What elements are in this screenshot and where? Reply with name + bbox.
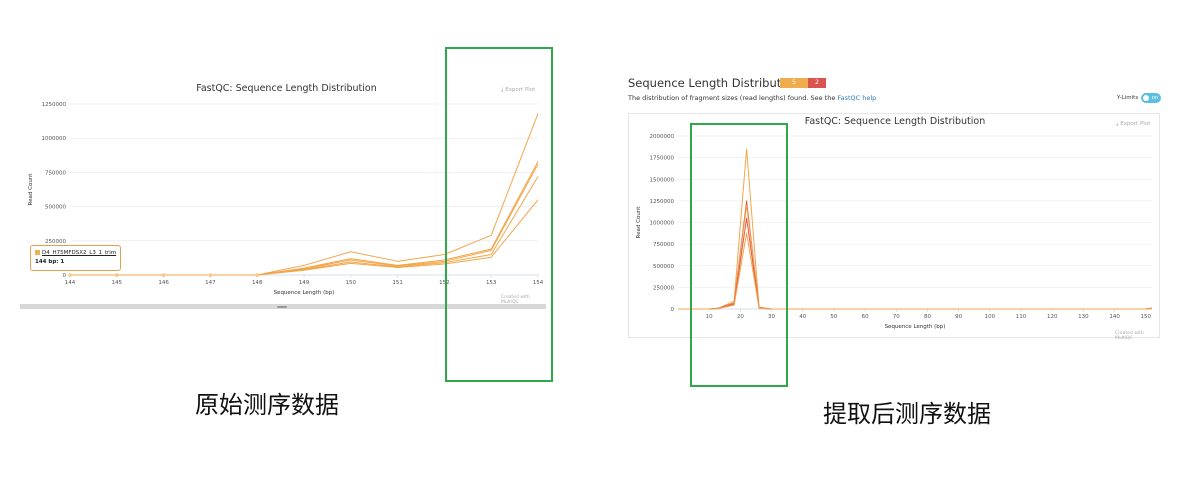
left-tooltip: D4_H75MFDSX2_L3_1_trim 144 bp: 1 xyxy=(30,245,122,271)
y-tick-label: 750000 xyxy=(45,170,66,176)
y-axis-title: Read Count xyxy=(28,173,34,206)
fastqc-help-link[interactable]: FastQC help xyxy=(837,94,876,102)
badge-warn[interactable]: 5 xyxy=(780,78,808,88)
y-tick-label: 250000 xyxy=(653,285,674,291)
x-tick-label: 60 xyxy=(862,314,869,320)
y-tick-label: 500000 xyxy=(45,205,66,211)
right-section-title: Sequence Length Distribution xyxy=(628,76,799,90)
x-tick-label: 40 xyxy=(799,314,806,320)
x-tick-label: 150 xyxy=(346,280,357,286)
y-tick-label: 1750000 xyxy=(650,156,675,162)
series-swatch-icon xyxy=(35,250,40,255)
y-tick-label: 500000 xyxy=(653,264,674,270)
right-highlight-box xyxy=(690,123,788,387)
y-tick-label: 1250000 xyxy=(42,102,67,108)
ylimits-label: Y-Limits xyxy=(1117,95,1139,101)
x-tick-label: 150 xyxy=(1141,314,1152,320)
x-tick-label: 144 xyxy=(65,280,76,286)
x-tick-label: 70 xyxy=(893,314,900,320)
x-tick-label: 145 xyxy=(112,280,123,286)
right-description: The distribution of fragment sizes (read… xyxy=(628,94,877,102)
y-axis-title: Read Count xyxy=(636,206,642,239)
x-tick-label: 90 xyxy=(955,314,962,320)
y-tick-label: 0 xyxy=(63,273,67,279)
badge-fail[interactable]: 2 xyxy=(808,78,826,88)
data-point-marker xyxy=(208,273,213,277)
y-tick-label: 1250000 xyxy=(650,199,675,205)
x-tick-label: 50 xyxy=(830,314,837,320)
x-tick-label: 110 xyxy=(1016,314,1027,320)
y-tick-label: 1500000 xyxy=(650,177,675,183)
y-tick-label: 1000000 xyxy=(42,136,67,142)
x-tick-label: 100 xyxy=(985,314,996,320)
data-point-marker xyxy=(255,273,260,277)
data-point-marker xyxy=(68,273,72,277)
ylimits-toggle[interactable]: on xyxy=(1141,93,1161,103)
caption-extracted-data: 提取后测序数据 xyxy=(823,400,991,428)
tooltip-value: 144 bp: 1 xyxy=(35,259,65,265)
x-tick-label: 148 xyxy=(252,280,263,286)
x-tick-label: 140 xyxy=(1109,314,1120,320)
x-tick-label: 130 xyxy=(1078,314,1089,320)
y-tick-label: 250000 xyxy=(45,239,66,245)
x-tick-label: 149 xyxy=(299,280,310,286)
y-tick-label: 2000000 xyxy=(650,134,675,140)
caption-raw-data: 原始测序数据 xyxy=(195,391,339,419)
x-tick-label: 80 xyxy=(924,314,931,320)
x-tick-label: 120 xyxy=(1047,314,1058,320)
x-tick-label: 151 xyxy=(392,280,403,286)
x-tick-label: 147 xyxy=(205,280,216,286)
x-axis-title: Sequence Length (bp) xyxy=(885,324,946,330)
y-tick-label: 750000 xyxy=(653,242,674,248)
x-tick-label: 146 xyxy=(158,280,169,286)
data-point-marker xyxy=(161,273,166,277)
x-axis-title: Sequence Length (bp) xyxy=(274,290,335,296)
y-tick-label: 0 xyxy=(671,307,675,313)
data-point-marker xyxy=(114,273,119,277)
y-tick-label: 1000000 xyxy=(650,221,675,227)
tooltip-sample: D4_H75MFDSX2_L3_1_trim xyxy=(42,250,117,256)
left-highlight-box xyxy=(445,47,553,382)
